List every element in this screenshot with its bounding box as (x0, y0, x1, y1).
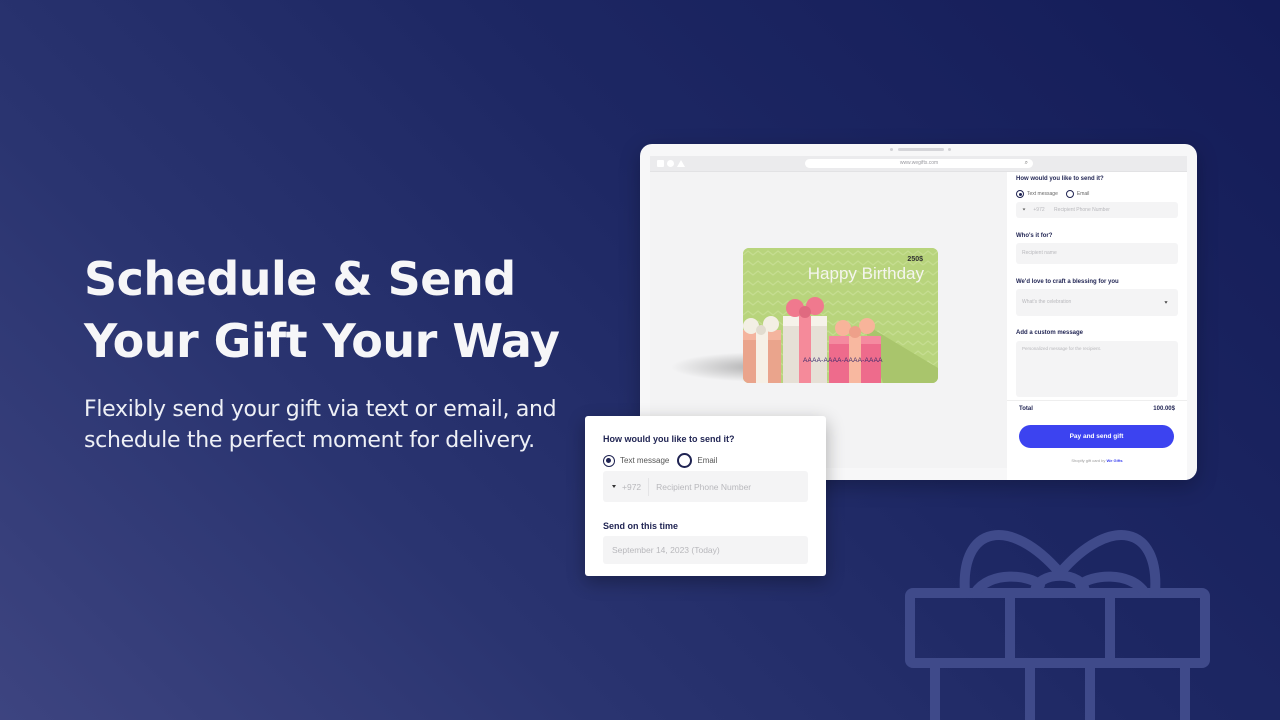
gift-card-amount: 250$ (907, 256, 923, 263)
speaker-bar (898, 148, 944, 151)
divider (1007, 400, 1187, 401)
divider (648, 477, 650, 496)
total-value: 100.00$ (1153, 406, 1175, 412)
chevron-down-icon[interactable] (612, 485, 616, 488)
custom-message-placeholder: Personalized message for the recipient. (1022, 346, 1102, 351)
country-code: +972 (1033, 207, 1045, 213)
radio-text-message[interactable] (1016, 190, 1024, 198)
phone-input[interactable]: +972 Recipient Phone Number (603, 471, 808, 502)
send-schedule-popup: How would you like to send it? Text mess… (585, 416, 826, 576)
phone-input[interactable]: +972 Recipient Phone Number (1016, 202, 1178, 218)
recipient-placeholder: Recipient name (1022, 250, 1057, 256)
gift-card: 250$ Happy Birthday AAAA-AAAA-AAAA-AAAA (743, 248, 938, 383)
search-icon[interactable]: ⌕ (1025, 159, 1028, 168)
send-method-label: How would you like to send it? (1016, 176, 1104, 182)
celebration-placeholder: What's the celebration (1022, 299, 1072, 305)
blessing-label: We'd love to craft a blessing for you (1016, 279, 1119, 285)
schedule-date-input[interactable]: September 14, 2023 (Today) (603, 536, 808, 564)
phone-placeholder: Recipient Phone Number (656, 481, 752, 492)
radio-email[interactable] (677, 453, 693, 468)
url-bar[interactable]: www.wegifts.com ⌕ (805, 159, 1033, 168)
celebration-select[interactable]: What's the celebration (1016, 289, 1178, 316)
sensor-dot (948, 148, 951, 151)
chevron-down-icon[interactable] (1022, 208, 1026, 211)
camera-dot (890, 148, 893, 151)
gift-card-code: AAAA-AAAA-AAAA-AAAA (803, 357, 883, 364)
gift-card-title: Happy Birthday (807, 264, 924, 283)
circle-icon[interactable] (667, 160, 674, 167)
powered-by: Shopify gift card by We Gifts (1007, 458, 1187, 463)
phone-placeholder: Recipient Phone Number (1054, 207, 1110, 213)
chevron-down-icon[interactable] (1164, 301, 1168, 304)
pay-and-send-button[interactable]: Pay and send gift (1019, 425, 1174, 448)
schedule-date-value: September 14, 2023 (Today) (612, 545, 720, 555)
radio-text-message[interactable] (603, 454, 615, 467)
custom-message-textarea[interactable]: Personalized message for the recipient. (1016, 341, 1178, 397)
hero-subtitle: Flexibly send your gift via text or emai… (84, 397, 557, 453)
hero-title-line1: Schedule & Send (84, 252, 516, 306)
radio-text-message-label: Text message (620, 456, 670, 465)
total-label: Total (1019, 406, 1033, 412)
custom-message-label: Add a custom message (1016, 330, 1084, 336)
radio-email-label: Email (697, 456, 718, 465)
browser-toolbar: www.wegifts.com ⌕ (650, 156, 1187, 172)
radio-text-message-label: Text message (1027, 191, 1058, 197)
square-icon[interactable] (657, 160, 664, 167)
hero-title: Schedule & Send Your Gift Your Way (84, 248, 564, 372)
send-method-options: Text message Email (1016, 190, 1089, 198)
recipient-name-input[interactable]: Recipient name (1016, 243, 1178, 264)
brand-link[interactable]: We Gifts (1107, 458, 1123, 463)
send-method-options: Text message Email (603, 453, 717, 468)
schedule-label: Send on this time (603, 521, 679, 531)
country-code: +972 (622, 481, 642, 492)
url-text: www.wegifts.com (899, 160, 939, 166)
hero-section: Schedule & Send Your Gift Your Way Flexi… (84, 248, 564, 456)
gift-outline-icon (905, 530, 1210, 720)
radio-email-label: Email (1076, 191, 1090, 197)
triangle-icon[interactable] (677, 160, 685, 167)
send-method-label: How would you like to send it? (603, 434, 735, 444)
recipient-label: Who's it for? (1016, 233, 1053, 239)
credit-prefix: Shopify gift card by (1071, 458, 1106, 463)
window-controls (657, 160, 685, 167)
radio-email[interactable] (1065, 190, 1074, 198)
checkout-form: How would you like to send it? Text mess… (1007, 172, 1187, 480)
hero-title-line2: Your Gift Your Way (84, 314, 560, 368)
